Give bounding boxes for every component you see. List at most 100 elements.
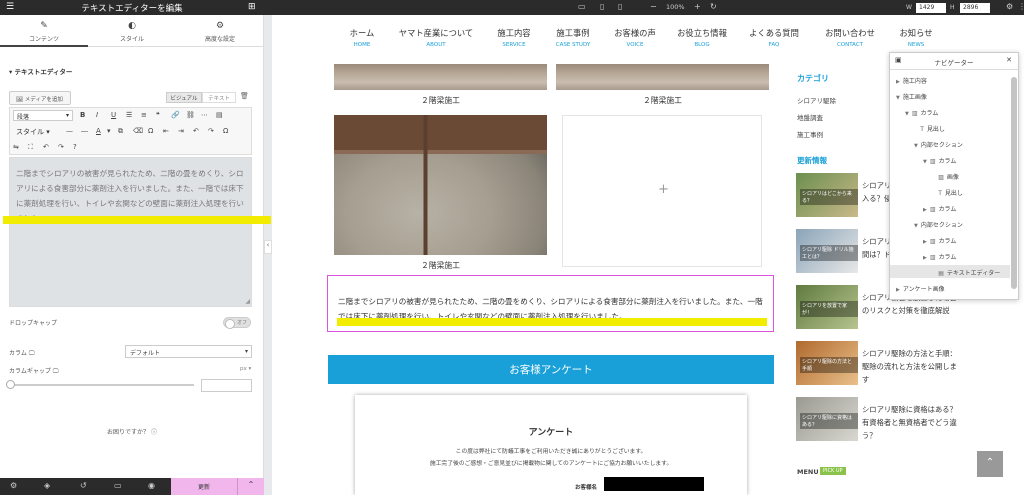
spacer[interactable] bbox=[932, 175, 935, 181]
bold-icon[interactable]: B bbox=[80, 111, 85, 119]
post-title-link[interactable]: シロアリ駆除の方法と手順：駆除の流れと方法を公開します bbox=[862, 347, 960, 386]
back-to-top-button[interactable]: ⌃ bbox=[977, 451, 1003, 477]
drop-cap-toggle[interactable]: オフ bbox=[223, 317, 251, 329]
layers-icon[interactable]: ◈ bbox=[44, 481, 50, 490]
navigator-scrollbar[interactable] bbox=[1011, 77, 1017, 289]
nav-item-blog[interactable]: お役立ち情報 BLOG bbox=[662, 27, 742, 48]
chevron-down-icon[interactable]: ▾ bbox=[107, 127, 111, 135]
caret-right-icon[interactable]: ▶ bbox=[896, 79, 900, 85]
text-tab[interactable]: テキスト bbox=[202, 92, 236, 103]
navigator-item[interactable]: ▶ 施工内容 bbox=[890, 73, 1010, 86]
construction-photo[interactable] bbox=[334, 64, 547, 90]
caret-right-icon[interactable]: ▶ bbox=[923, 207, 927, 213]
bullet-list-icon[interactable]: ☰ bbox=[126, 111, 132, 119]
rtl-icon[interactable]: ⇋ bbox=[13, 143, 19, 151]
navigator-item[interactable]: ▼ 施工画像 bbox=[890, 89, 1010, 102]
post-thumbnail[interactable]: シロアリ駆除 ドリル施工とは？ bbox=[796, 229, 858, 273]
navigator-item[interactable]: ▶ ▥ カラム bbox=[890, 249, 1010, 262]
caret-down-icon[interactable]: ▼ bbox=[905, 111, 909, 117]
preview-eye-icon[interactable]: ◉ bbox=[148, 481, 155, 490]
customer-name-field[interactable] bbox=[604, 477, 704, 491]
link-icon[interactable]: 🔗 bbox=[171, 111, 180, 119]
column-gap-input[interactable] bbox=[201, 379, 252, 392]
unit-select[interactable]: px ▾ bbox=[240, 366, 251, 372]
navigator-item[interactable]: T 見出し bbox=[890, 185, 1010, 198]
empty-image-placeholder[interactable]: + bbox=[562, 115, 762, 267]
navigator-item[interactable]: ▼ 内部セクション bbox=[890, 217, 1010, 230]
post-title-link[interactable]: シロアリ駆除に資格はある？有資格者と無資格者でどう違う？ bbox=[862, 403, 960, 442]
clear-format-icon[interactable]: ⌫ bbox=[133, 127, 143, 135]
more-icon[interactable]: ⋮ bbox=[1018, 2, 1024, 11]
redo-icon[interactable]: ↷ bbox=[58, 143, 64, 151]
nav-item-faq[interactable]: よくある質問 FAQ bbox=[734, 27, 814, 48]
category-link[interactable]: 地盤調査 bbox=[797, 112, 823, 122]
columns-select[interactable]: デフォルト ▾ bbox=[125, 345, 252, 358]
caret-down-icon[interactable]: ▼ bbox=[914, 223, 918, 229]
horizontal-rule-icon[interactable]: ― bbox=[81, 127, 88, 135]
caret-down-icon[interactable]: ▼ bbox=[896, 95, 900, 101]
style-select[interactable]: スタイル ▾ bbox=[13, 126, 61, 137]
outdent-icon[interactable]: ⇤ bbox=[163, 127, 169, 135]
grid-icon[interactable]: ⊞ bbox=[248, 2, 256, 12]
omega-icon[interactable]: Ω bbox=[223, 127, 228, 135]
resize-handle-icon[interactable]: ◢ bbox=[245, 298, 250, 305]
category-link[interactable]: シロアリ駆除 bbox=[797, 95, 836, 105]
reset-zoom-icon[interactable]: ↻ bbox=[710, 2, 717, 11]
settings-icon[interactable]: ⚙ bbox=[10, 481, 17, 490]
unlink-icon[interactable]: ⛓ bbox=[186, 111, 195, 119]
fullscreen-icon[interactable]: ⛶ bbox=[28, 143, 33, 152]
nav-item-home[interactable]: ホーム HOME bbox=[322, 27, 402, 48]
close-icon[interactable]: ✕ bbox=[1006, 56, 1012, 64]
navigator-item[interactable]: ▼ 内部セクション bbox=[890, 137, 1010, 150]
tablet-icon[interactable]: ▯ bbox=[600, 2, 604, 11]
undo-icon[interactable]: ↶ bbox=[43, 143, 49, 151]
zoom-in-icon[interactable]: + bbox=[694, 2, 701, 11]
navigator-item[interactable]: T 見出し bbox=[890, 121, 1010, 134]
paragraph-select[interactable]: 段落 ▾ bbox=[13, 110, 73, 121]
post-thumbnail[interactable]: シロアリを放置で家が！ bbox=[796, 285, 858, 329]
spacer[interactable] bbox=[932, 191, 935, 197]
navigator-item[interactable]: ▼ ▥ カラム bbox=[890, 105, 1010, 118]
navigator-item[interactable]: ▶ ▥ カラム bbox=[890, 233, 1010, 246]
strikethrough-icon[interactable]: — bbox=[66, 127, 73, 135]
navigator-item[interactable]: ▤ テキストエディター bbox=[890, 265, 1010, 278]
redo-icon[interactable]: ↷ bbox=[208, 127, 214, 135]
underline-icon[interactable]: U bbox=[111, 111, 116, 119]
read-more-icon[interactable]: ⋯ bbox=[201, 111, 208, 119]
chevron-up-icon[interactable]: ⌃ bbox=[237, 478, 264, 495]
desktop-icon[interactable]: ▭ bbox=[578, 2, 586, 11]
nav-item-news[interactable]: お知らせ NEWS bbox=[876, 27, 956, 48]
construction-photo[interactable] bbox=[556, 64, 769, 90]
blockquote-icon[interactable]: ❝ bbox=[156, 111, 160, 119]
navigator-item[interactable]: ▨ 画像 bbox=[890, 169, 1010, 182]
monitor-icon[interactable]: 🖵 bbox=[29, 350, 35, 357]
toolbar-toggle-icon[interactable]: ▤ bbox=[216, 111, 223, 119]
post-thumbnail[interactable]: シロアリ駆除に資格はある？ bbox=[796, 397, 858, 441]
gear-icon[interactable]: ⚙ bbox=[1006, 2, 1013, 11]
spacer[interactable] bbox=[914, 127, 917, 133]
category-link[interactable]: 施工事例 bbox=[797, 129, 823, 139]
caret-right-icon[interactable]: ▶ bbox=[923, 255, 927, 261]
construction-photo[interactable] bbox=[334, 115, 547, 255]
spacer[interactable] bbox=[932, 271, 935, 277]
caret-down-icon[interactable]: ▼ bbox=[923, 159, 927, 165]
responsive-icon[interactable]: ▭ bbox=[114, 481, 122, 490]
text-color-icon[interactable]: A bbox=[96, 127, 101, 135]
caret-right-icon[interactable]: ▶ bbox=[896, 287, 900, 293]
undo-icon[interactable]: ↶ bbox=[193, 127, 199, 135]
italic-icon[interactable]: I bbox=[96, 111, 98, 119]
numbered-list-icon[interactable]: ≡ bbox=[141, 111, 147, 119]
post-thumbnail[interactable]: シロアリはどこから来る？ bbox=[796, 173, 858, 217]
section-heading[interactable]: ▾ テキストエディター bbox=[9, 66, 72, 76]
height-input[interactable]: 2896 bbox=[960, 3, 990, 13]
monitor-icon[interactable]: 🖵 bbox=[53, 368, 59, 375]
navigator-item[interactable]: ▼ ▥ カラム bbox=[890, 153, 1010, 166]
mobile-icon[interactable]: ▯ bbox=[618, 2, 622, 11]
trash-icon[interactable]: 🗑 bbox=[240, 92, 249, 100]
help-icon[interactable]: ? bbox=[73, 143, 77, 151]
special-char-icon[interactable]: Ω bbox=[148, 127, 153, 135]
nav-item-about[interactable]: ヤマト産業について ABOUT bbox=[396, 27, 476, 48]
caret-down-icon[interactable]: ▼ bbox=[914, 143, 918, 149]
caret-right-icon[interactable]: ▶ bbox=[923, 239, 927, 245]
help-link[interactable]: お困りですか？ ⓘ bbox=[0, 427, 264, 436]
